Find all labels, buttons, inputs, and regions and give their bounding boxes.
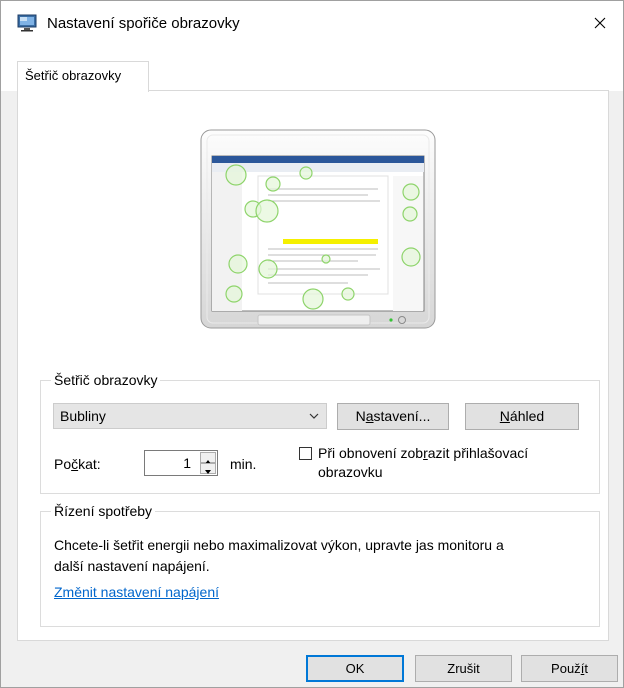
power-group-label: Řízení spotřeby — [54, 503, 153, 519]
cancel-button[interactable]: Zrušit — [415, 655, 512, 682]
spin-down-button[interactable] — [200, 463, 216, 474]
close-icon — [594, 17, 606, 29]
screensaver-select[interactable]: Bubliny — [53, 403, 327, 429]
spin-up-button[interactable] — [200, 452, 216, 464]
spin-buttons — [200, 452, 216, 474]
resume-logon-label[interactable]: Při obnovení zobrazit přihlašovací obraz… — [318, 444, 588, 482]
window-title: Nastavení spořiče obrazovky — [47, 15, 240, 32]
apply-button[interactable]: Použít — [521, 655, 618, 682]
wait-label: Počkat: — [54, 456, 101, 472]
monitor-screensaver-icon — [17, 14, 37, 32]
screensaver-preview-monitor — [200, 129, 436, 329]
change-power-settings-link[interactable]: Změnit nastavení napájení — [54, 584, 219, 600]
tab-label: Šetřič obrazovky — [25, 68, 122, 83]
power-description: Chcete-li šetřit energii nebo maximalizo… — [54, 537, 504, 574]
resume-logon-checkbox[interactable] — [299, 447, 312, 460]
chevron-down-icon — [309, 413, 319, 419]
ok-button[interactable]: OK — [306, 655, 404, 682]
wait-minutes-value[interactable]: 1 — [183, 455, 191, 471]
screensaver-settings-dialog: Nastavení spořiče obrazovky Šetřič obraz… — [0, 0, 624, 688]
tab-screensaver[interactable]: Šetřič obrazovky — [17, 61, 149, 92]
settings-button[interactable]: Nastavení... — [337, 403, 449, 430]
triangle-down-icon — [205, 470, 211, 474]
title-bar: Nastavení spořiče obrazovky — [1, 1, 623, 45]
preview-button[interactable]: Náhled — [465, 403, 579, 430]
screensaver-select-value: Bubliny — [60, 408, 106, 424]
close-button[interactable] — [577, 1, 623, 45]
wait-minutes-stepper[interactable]: 1 — [144, 450, 218, 476]
wait-unit-label: min. — [230, 456, 257, 472]
screensaver-group-label: Šetřič obrazovky — [54, 372, 158, 388]
